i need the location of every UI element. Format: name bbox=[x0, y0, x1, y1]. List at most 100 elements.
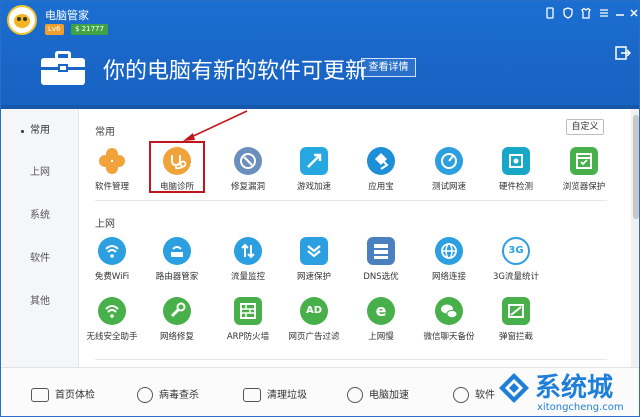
watermark-url: xitongcheng.com bbox=[537, 402, 624, 413]
shield-icon[interactable] bbox=[561, 7, 575, 21]
tool-ad-filter[interactable]: AD 网页广告过滤 bbox=[279, 297, 349, 353]
tool-label: 应用宝 bbox=[368, 182, 394, 192]
tool-software-manager[interactable]: 软件管理 bbox=[79, 147, 147, 203]
sidebar-item-common[interactable]: 常用 bbox=[1, 121, 79, 141]
app-window: 电脑管家 Lv6 $ 21777 你的电脑有新的软件可更新 查看详情 常用 上网… bbox=[0, 0, 640, 417]
scrollbar-thumb[interactable] bbox=[633, 115, 639, 219]
clover-icon bbox=[98, 147, 126, 175]
tool-label: 弹窗拦截 bbox=[498, 332, 533, 342]
tool-traffic-monitor[interactable]: 流量监控 bbox=[213, 237, 283, 293]
sidebar-item-other[interactable]: 其他 bbox=[1, 292, 79, 312]
tool-speed-test[interactable]: 测试网速 bbox=[414, 147, 484, 203]
message-float-icon[interactable] bbox=[615, 45, 632, 61]
tool-3g-traffic[interactable]: 3G 3G流量统计 bbox=[481, 237, 551, 293]
router-icon bbox=[163, 237, 191, 265]
tool-label: 网络修复 bbox=[159, 332, 194, 342]
coin-badge[interactable]: $ 21777 bbox=[71, 24, 108, 35]
wifi-icon bbox=[98, 237, 126, 265]
nav-clean-junk[interactable]: 清理垃圾 bbox=[243, 386, 307, 406]
traffic-icon bbox=[234, 237, 262, 265]
rocket-icon bbox=[347, 387, 363, 403]
header-banner: 电脑管家 Lv6 $ 21777 你的电脑有新的软件可更新 查看详情 bbox=[1, 1, 639, 109]
virus-icon bbox=[137, 387, 153, 403]
firewall-icon bbox=[234, 297, 262, 325]
3g-icon: 3G bbox=[502, 237, 530, 265]
app-title: 电脑管家 bbox=[45, 9, 89, 22]
tool-browser-protection[interactable]: 浏览器保护 bbox=[549, 147, 619, 203]
tool-wireless-security[interactable]: 无线安全助手 bbox=[79, 297, 147, 353]
tool-label: 路由器管家 bbox=[155, 272, 199, 282]
tool-label: 硬件检测 bbox=[498, 182, 533, 192]
sidebar-item-internet[interactable]: 上网 bbox=[1, 163, 79, 183]
watermark: 系统城 xitongcheng.com bbox=[489, 367, 639, 416]
phone-icon[interactable] bbox=[543, 7, 557, 21]
hardware-icon bbox=[502, 147, 530, 175]
tool-label: 浏览器保护 bbox=[562, 182, 606, 192]
view-details-button[interactable]: 查看详情 bbox=[361, 58, 416, 77]
tool-free-wifi[interactable]: 免费WiFi bbox=[79, 237, 147, 293]
sidebar: 常用 上网 系统 软件 其他 bbox=[1, 109, 79, 367]
skin-icon[interactable] bbox=[579, 7, 593, 21]
minimize-icon[interactable] bbox=[613, 7, 627, 21]
customize-button[interactable]: 自定义 bbox=[566, 119, 604, 135]
tool-label: 网速保护 bbox=[296, 272, 331, 282]
tools-panel: 常用 自定义 软件管理 电脑诊所 修复漏洞 游戏加速 应用宝 测试网速 硬件检测… bbox=[79, 109, 631, 367]
ie-icon: e bbox=[367, 297, 395, 325]
tool-network-connection[interactable]: 网络连接 bbox=[414, 237, 484, 293]
tool-wechat-backup[interactable]: 微信聊天备份 bbox=[414, 297, 484, 353]
tool-label: ARP防火墙 bbox=[226, 332, 270, 342]
nav-home-checkup[interactable]: 首页体检 bbox=[31, 386, 95, 406]
globe-icon bbox=[435, 237, 463, 265]
tool-app-store[interactable]: 应用宝 bbox=[346, 147, 416, 203]
game-boost-icon bbox=[300, 147, 328, 175]
speed-test-icon bbox=[435, 147, 463, 175]
tool-hardware-check[interactable]: 硬件检测 bbox=[481, 147, 551, 203]
tool-fix-vulnerabilities[interactable]: 修复漏洞 bbox=[213, 147, 283, 203]
tool-game-boost[interactable]: 游戏加速 bbox=[279, 147, 349, 203]
app-store-icon bbox=[367, 147, 395, 175]
tool-label: 软件管理 bbox=[94, 182, 129, 192]
browser-shield-icon bbox=[570, 147, 598, 175]
scrollbar[interactable] bbox=[631, 109, 639, 367]
patch-icon bbox=[234, 147, 262, 175]
tool-arp-firewall[interactable]: ARP防火墙 bbox=[213, 297, 283, 353]
software-icon bbox=[453, 387, 469, 403]
toolbox-icon bbox=[41, 51, 85, 85]
section-divider bbox=[95, 359, 607, 360]
tool-dns-optimize[interactable]: DNS选优 bbox=[346, 237, 416, 293]
tool-slow-internet[interactable]: e 上网慢 bbox=[346, 297, 416, 353]
close-icon[interactable] bbox=[627, 7, 639, 21]
section-divider bbox=[95, 200, 607, 201]
speed-guard-icon bbox=[300, 237, 328, 265]
dns-icon bbox=[367, 237, 395, 265]
tool-label: 流量监控 bbox=[230, 272, 265, 282]
tool-popup-block[interactable]: 弹窗拦截 bbox=[481, 297, 551, 353]
annotation-arrow-icon bbox=[183, 110, 248, 141]
tool-router-manager[interactable]: 路由器管家 bbox=[142, 237, 212, 293]
active-dot-icon bbox=[21, 130, 24, 133]
tool-label: 微信聊天备份 bbox=[423, 332, 475, 342]
sidebar-item-system[interactable]: 系统 bbox=[1, 206, 79, 226]
section-title-internet: 上网 bbox=[95, 219, 115, 230]
avatar[interactable] bbox=[7, 5, 37, 35]
tool-label: 测试网速 bbox=[431, 182, 466, 192]
nav-virus-scan[interactable]: 病毒查杀 bbox=[137, 386, 199, 406]
tool-label: 修复漏洞 bbox=[230, 182, 265, 192]
tool-label: 3G流量统计 bbox=[493, 272, 539, 282]
wechat-icon bbox=[435, 297, 463, 325]
menu-icon[interactable] bbox=[597, 7, 611, 21]
sidebar-item-software[interactable]: 软件 bbox=[1, 249, 79, 269]
tool-speed-guard[interactable]: 网速保护 bbox=[279, 237, 349, 293]
wrench-icon bbox=[163, 297, 191, 325]
level-badge[interactable]: Lv6 bbox=[45, 24, 64, 35]
tool-label: 上网慢 bbox=[368, 332, 394, 342]
tool-label: 免费WiFi bbox=[94, 272, 130, 282]
section-title-common: 常用 bbox=[95, 127, 115, 138]
wifi-shield-icon bbox=[98, 297, 126, 325]
checkup-icon bbox=[31, 388, 49, 402]
tool-label: 游戏加速 bbox=[296, 182, 331, 192]
watermark-text: 系统城 bbox=[535, 373, 614, 403]
ad-filter-icon: AD bbox=[300, 297, 328, 325]
tool-network-repair[interactable]: 网络修复 bbox=[142, 297, 212, 353]
nav-pc-boost[interactable]: 电脑加速 bbox=[347, 386, 409, 406]
